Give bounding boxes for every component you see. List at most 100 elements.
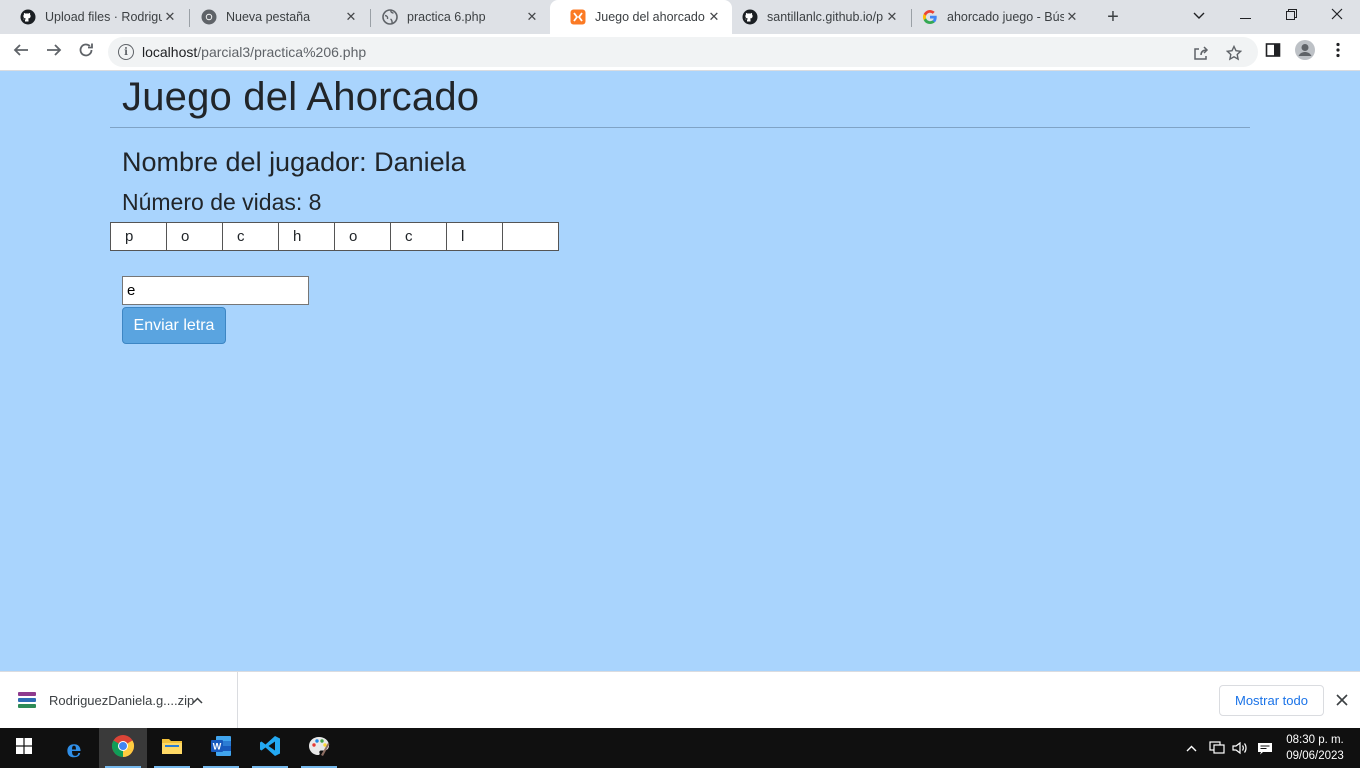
windows-logo-icon <box>16 737 32 759</box>
google-icon <box>922 9 938 25</box>
tab-title: Upload files · Rodrigue <box>45 10 162 24</box>
browser-toolbar: i localhost/parcial3/practica%206.php <box>0 34 1360 71</box>
windows-taskbar: e W 08:30 p. m. 09/06/2023 <box>0 728 1360 768</box>
taskbar-edge[interactable]: e <box>50 728 98 768</box>
title-divider <box>110 127 1250 128</box>
info-icon[interactable]: i <box>118 44 134 60</box>
letter-box: h <box>278 222 335 251</box>
download-file-name: RodriguezDaniela.g....zip <box>49 692 195 708</box>
globe-icon <box>382 9 398 25</box>
tab-practica-6[interactable]: practica 6.php ✕ <box>362 0 550 34</box>
letter-box: o <box>334 222 391 251</box>
url-host: localhost <box>142 44 198 60</box>
svg-text:W: W <box>213 741 222 751</box>
close-tab-icon[interactable]: ✕ <box>884 9 900 25</box>
vscode-icon <box>259 735 281 762</box>
tab-nueva-pestana[interactable]: Nueva pestaña ✕ <box>181 0 369 34</box>
back-button[interactable] <box>7 38 35 66</box>
tab-title: Nueva pestaña <box>226 10 311 24</box>
system-clock[interactable]: 08:30 p. m. 09/06/2023 <box>1280 732 1350 764</box>
github-icon <box>20 9 36 25</box>
folder-icon <box>161 737 183 760</box>
close-tab-icon[interactable]: ✕ <box>343 9 359 25</box>
url-path: /parcial3/practica%206.php <box>197 44 367 60</box>
side-panel-icon <box>1265 42 1281 63</box>
share-icon[interactable] <box>1191 43 1211 63</box>
close-icon <box>1331 7 1343 23</box>
download-bar: RodriguezDaniela.g....zip Mostrar todo <box>0 671 1360 728</box>
taskbar-file-explorer[interactable] <box>148 728 196 768</box>
letter-box: o <box>166 222 223 251</box>
taskbar-chrome[interactable] <box>99 728 147 768</box>
url-text: localhost/parcial3/practica%206.php <box>142 44 366 60</box>
volume-icon[interactable] <box>1229 728 1251 768</box>
chrome-icon <box>111 734 135 763</box>
send-letter-button[interactable]: Enviar letra <box>122 307 226 344</box>
arrow-right-icon <box>46 42 62 63</box>
player-name: Nombre del jugador: Daniela <box>122 147 466 177</box>
word-letters: p o c h o c l <box>110 222 559 251</box>
tab-ahorcado-juego-busqueda[interactable]: ahorcado juego - Búsq ✕ <box>902 0 1090 34</box>
side-panel-button[interactable] <box>1259 38 1287 66</box>
github-icon <box>742 9 758 25</box>
tab-title: ahorcado juego - Búsq <box>947 10 1064 24</box>
tab-search-button[interactable] <box>1176 0 1222 30</box>
bookmark-star-icon[interactable] <box>1224 43 1244 63</box>
profile-button[interactable] <box>1291 38 1319 66</box>
paint-palette-icon <box>307 735 331 762</box>
restore-button[interactable] <box>1268 0 1314 30</box>
minimize-button[interactable] <box>1222 0 1268 30</box>
show-hidden-icons-chevron-up-icon[interactable] <box>1182 728 1200 768</box>
address-bar[interactable]: i localhost/parcial3/practica%206.php <box>108 37 1258 67</box>
letter-input[interactable] <box>122 276 309 305</box>
lives-count: Número de vidas: 8 <box>122 189 322 215</box>
minimize-icon <box>1239 7 1251 23</box>
close-tab-icon[interactable]: ✕ <box>162 9 178 25</box>
avatar-icon <box>1295 39 1315 65</box>
arrow-left-icon <box>13 42 29 63</box>
letter-box: p <box>110 222 167 251</box>
xampp-icon <box>570 9 586 25</box>
close-window-button[interactable] <box>1314 0 1360 30</box>
network-icon[interactable] <box>1206 728 1228 768</box>
close-tab-icon[interactable]: ✕ <box>706 9 722 25</box>
chevron-up-icon[interactable] <box>192 693 203 707</box>
letter-box: c <box>222 222 279 251</box>
clock-date: 09/06/2023 <box>1286 750 1344 762</box>
tab-title: santillanlc.github.io/p <box>767 10 884 24</box>
letter-box: c <box>390 222 447 251</box>
chrome-icon <box>201 9 217 25</box>
ime-keyboard-icon[interactable] <box>1254 728 1276 768</box>
reload-icon <box>78 42 94 63</box>
word-icon: W <box>210 735 232 762</box>
tab-santillanlc-github[interactable]: santillanlc.github.io/p ✕ <box>722 0 910 34</box>
page-title: Juego del Ahorcado <box>122 75 480 119</box>
letter-box <box>502 222 559 251</box>
download-item[interactable]: RodriguezDaniela.g....zip <box>0 672 238 728</box>
menu-button[interactable] <box>1324 38 1352 66</box>
new-tab-button[interactable]: + <box>1102 6 1124 28</box>
edge-icon: e <box>66 733 82 763</box>
forward-button[interactable] <box>40 38 68 66</box>
tab-title: Juego del ahorcado <box>595 10 705 24</box>
more-vert-icon <box>1336 42 1340 63</box>
show-all-button[interactable]: Mostrar todo <box>1219 685 1324 716</box>
tab-title: practica 6.php <box>407 10 486 24</box>
taskbar-word[interactable]: W <box>197 728 245 768</box>
winrar-archive-icon <box>18 691 36 709</box>
tab-juego-del-ahorcado[interactable]: Juego del ahorcado ✕ <box>550 0 732 34</box>
letter-box: l <box>446 222 503 251</box>
close-tab-icon[interactable]: ✕ <box>1064 9 1080 25</box>
tab-upload-files[interactable]: Upload files · Rodrigue ✕ <box>0 0 188 34</box>
page-content: Juego del Ahorcado Nombre del jugador: D… <box>0 71 1360 671</box>
tab-strip: Upload files · Rodrigue ✕ Nueva pestaña … <box>0 0 1360 34</box>
close-tab-icon[interactable]: ✕ <box>524 9 540 25</box>
taskbar-vscode[interactable] <box>246 728 294 768</box>
reload-button[interactable] <box>72 38 100 66</box>
restore-icon <box>1285 7 1297 23</box>
taskbar-paint[interactable] <box>295 728 343 768</box>
start-button[interactable] <box>0 728 48 768</box>
chevron-down-icon <box>1193 7 1205 23</box>
clock-time: 08:30 p. m. <box>1286 734 1344 746</box>
close-download-bar-icon[interactable] <box>1332 690 1352 710</box>
